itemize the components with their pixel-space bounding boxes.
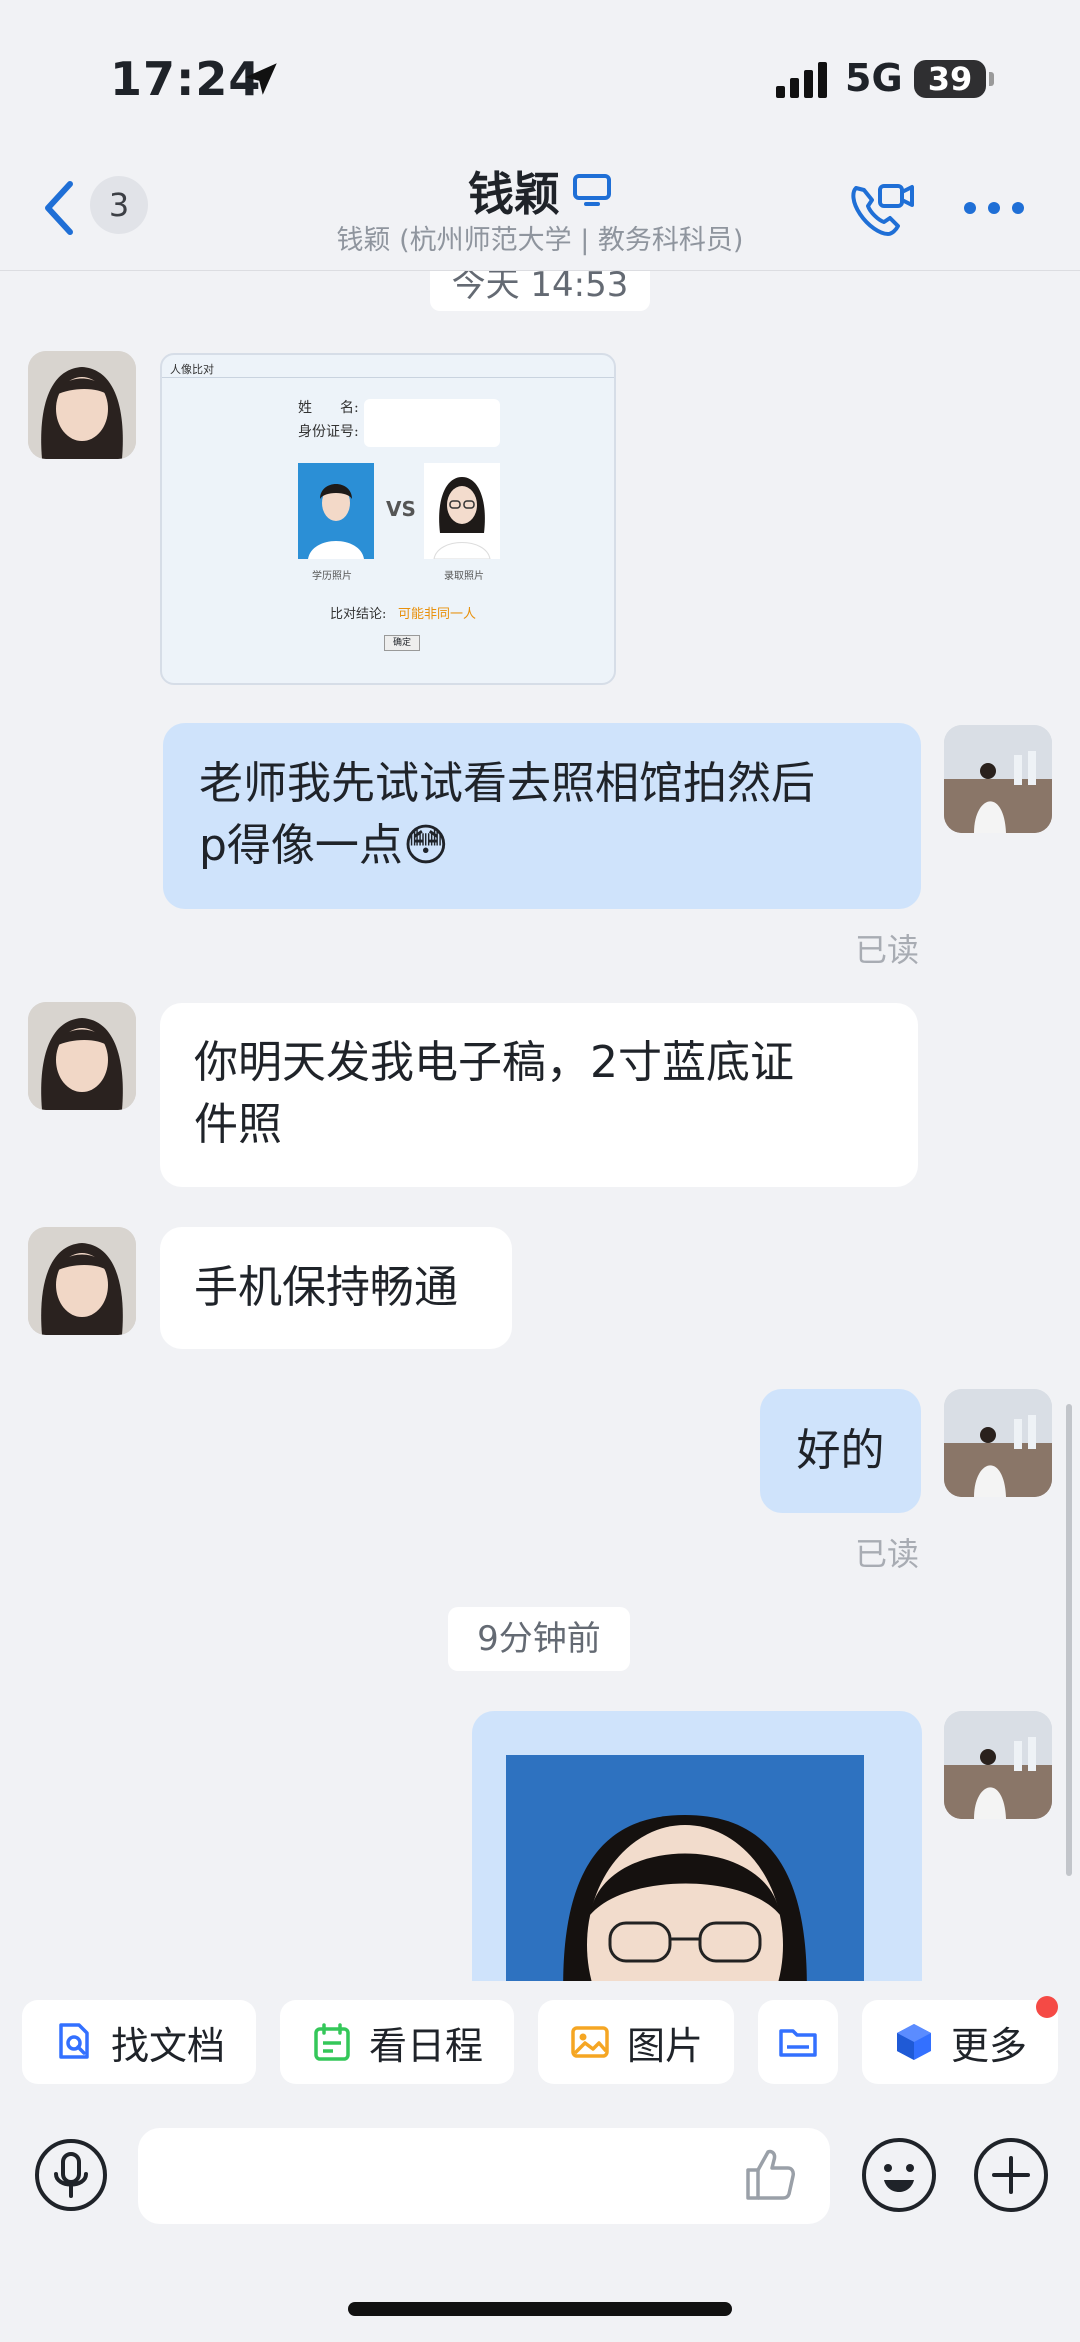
message-outgoing[interactable]: 老师我先试试看去照相馆拍然后 p得像一点😳 [163,723,921,909]
images-label: 图片 [626,2023,703,2068]
read-receipt: 已读 [855,1535,920,1573]
signal-icon [776,62,827,98]
contact-name: 钱颖 [468,167,560,221]
my-avatar[interactable] [944,1389,1052,1497]
timestamp-divider: 今天 14:53 [430,271,650,311]
photo-right [424,463,500,560]
message-text: 好的 [796,1425,885,1476]
desktop-online-icon [573,174,611,206]
contact-avatar[interactable] [28,351,136,459]
add-icon[interactable] [972,2136,1050,2214]
my-avatar[interactable] [944,725,1052,833]
notification-dot [1036,1996,1058,2018]
battery-nub [989,72,994,86]
message-input[interactable] [138,2128,830,2224]
id-photo-image[interactable] [506,1755,864,1981]
call-video-icon[interactable] [846,178,914,242]
photo-right-label: 录取照片 [444,571,484,582]
message-text: 手机保持畅通 [194,1262,458,1313]
contact-avatar[interactable] [28,1227,136,1335]
message-text: 老师我先试试看去照相馆拍然后 [199,758,815,809]
vs-label: VS [386,497,416,521]
thumbs-up-icon[interactable] [740,2144,800,2204]
face-comparison-image[interactable]: 人像比对 姓 名: 身份证号: VS 学历照片 录取照片 比对结论: 可能非同一… [160,353,616,685]
image-icon [571,2026,609,2058]
card-tab-title: 人像比对 [170,363,214,376]
location-arrow-icon [245,63,277,95]
scrollbar[interactable] [1066,1404,1072,1876]
name-label: 姓 名: [298,400,359,416]
message-outgoing-image[interactable] [472,1711,922,1981]
battery-level: 39 [927,60,973,98]
confirm-button: 确定 [384,635,420,651]
more-apps-button[interactable]: 更多 [862,2000,1058,2084]
home-indicator[interactable] [348,2302,732,2316]
message-incoming[interactable]: 你明天发我电子稿，2寸蓝底证 件照 [160,1003,918,1187]
read-receipt: 已读 [855,931,920,969]
status-time: 17:24 [110,52,262,106]
message-text: p得像一点😳 [199,820,449,871]
message-incoming[interactable]: 手机保持畅通 [160,1227,512,1349]
photo-left [298,463,374,559]
conclusion-label: 比对结论: [330,607,387,622]
find-docs-label: 找文档 [110,2023,225,2068]
more-options-icon[interactable] [962,196,1026,220]
microphone-icon[interactable] [34,2138,108,2212]
id-label: 身份证号: [298,424,359,440]
folder-icon [779,2029,817,2057]
my-avatar[interactable] [944,1711,1052,1819]
calendar-icon [314,2023,350,2061]
view-calendar-label: 看日程 [368,2023,483,2068]
message-text: 你明天发我电子稿，2寸蓝底证 [194,1037,794,1088]
contact-subtitle: 钱颖 (杭州师范大学 | 教务科科员) [336,225,744,256]
message-text: 件照 [194,1099,282,1150]
emoji-icon[interactable] [860,2136,938,2214]
contact-avatar[interactable] [28,1002,136,1110]
doc-search-icon [59,2023,89,2059]
redacted-field [364,399,500,447]
more-apps-icon [896,2024,931,2060]
view-calendar-button[interactable]: 看日程 [280,2000,514,2084]
message-list[interactable]: 今天 14:53 人像比对 姓 名: 身份证号: VS 学历照片 录取照片 比对… [0,271,1080,1981]
files-button[interactable] [758,2000,838,2084]
more-apps-label: 更多 [950,2023,1027,2068]
message-outgoing[interactable]: 好的 [760,1389,921,1513]
photo-left-label: 学历照片 [312,571,352,582]
network-type: 5G [845,56,903,100]
timestamp-divider: 9分钟前 [448,1607,630,1671]
images-button[interactable]: 图片 [538,2000,734,2084]
find-docs-button[interactable]: 找文档 [22,2000,256,2084]
conclusion-value: 可能非同一人 [398,607,477,622]
chat-title: 钱颖 [0,158,1080,224]
